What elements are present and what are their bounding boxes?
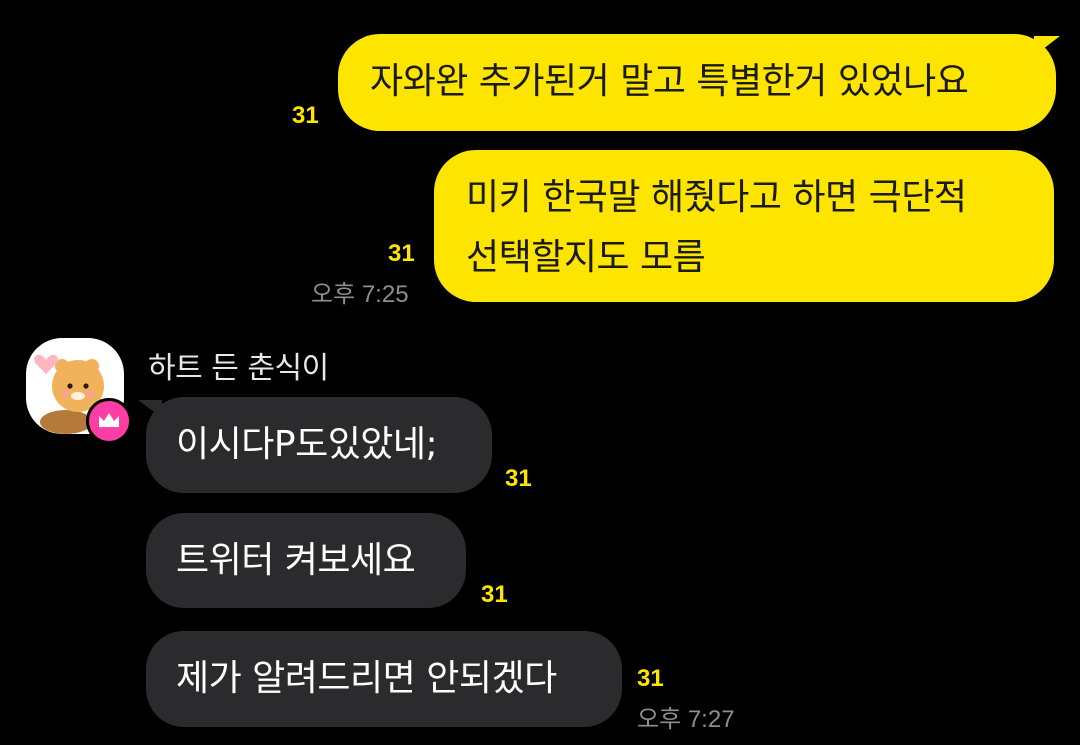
crown-icon: [99, 413, 119, 427]
sender-name: 하트 든 춘식이: [148, 351, 329, 386]
unread-count: 31: [505, 465, 532, 492]
incoming-message-bubble[interactable]: 트위터 켜보세요: [146, 513, 466, 608]
outgoing-message-bubble[interactable]: 자와완 추가된거 말고 특별한거 있었나요: [338, 34, 1056, 131]
message-text-line: 미키 한국말 해줬다고 하면 극단적: [466, 177, 967, 218]
crown-badge: [86, 398, 132, 444]
outgoing-message-bubble[interactable]: 미키 한국말 해줬다고 하면 극단적 선택할지도 모름: [434, 150, 1054, 302]
message-text: 자와완 추가된거 말고 특별한거 있었나요: [370, 61, 969, 102]
unread-count: 31: [292, 102, 319, 129]
unread-count: 31: [637, 665, 664, 692]
incoming-message-bubble[interactable]: 제가 알려드리면 안되겠다: [146, 631, 622, 727]
unread-count: 31: [481, 581, 508, 608]
message-text-line: 선택할지도 모름: [466, 237, 706, 278]
message-timestamp: 오후 7:25: [311, 281, 409, 308]
unread-count: 31: [388, 240, 415, 267]
message-text: 이시다P도있았네;: [176, 424, 438, 465]
message-timestamp: 오후 7:27: [637, 706, 735, 733]
incoming-message-bubble[interactable]: 이시다P도있았네;: [146, 397, 492, 493]
message-text: 트위터 켜보세요: [176, 540, 416, 581]
message-text: 제가 알려드리면 안되겠다: [176, 658, 557, 699]
